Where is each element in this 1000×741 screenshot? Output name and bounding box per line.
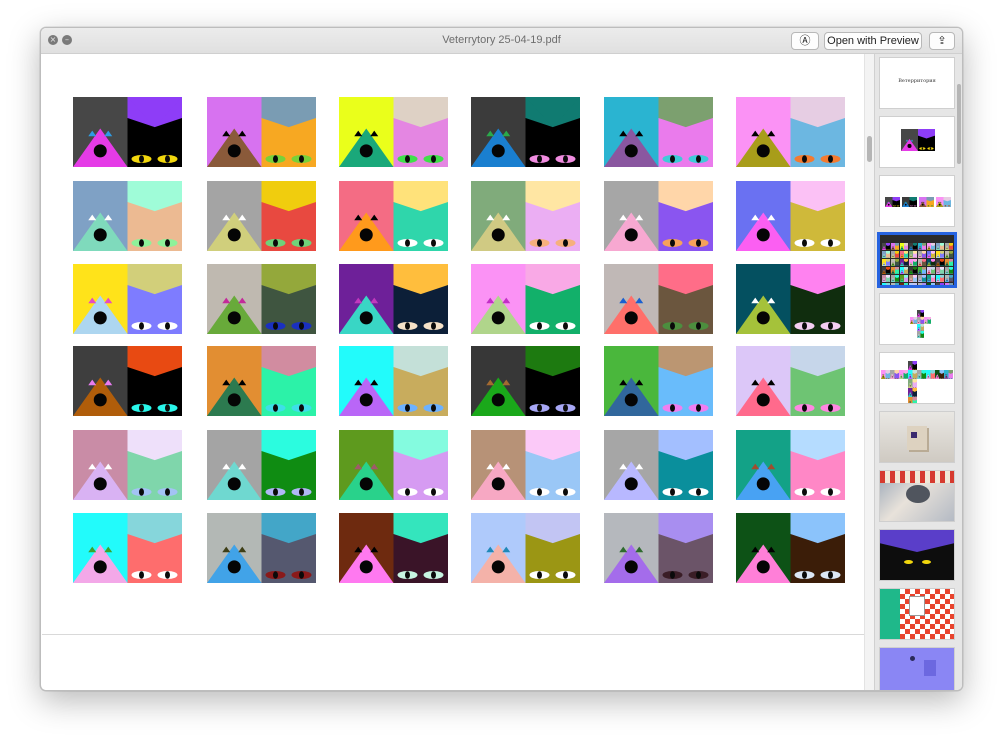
pattern-tile <box>736 430 845 500</box>
pattern-tile <box>339 513 448 583</box>
pattern-tile <box>339 97 448 167</box>
pattern-tile <box>207 264 316 334</box>
cover-title: Ветерритория <box>898 78 936 84</box>
open-with-preview-button[interactable]: Open with Preview <box>824 32 922 50</box>
page-thumbnail[interactable] <box>880 117 954 167</box>
document-view[interactable] <box>42 54 864 690</box>
pattern-tile <box>73 97 182 167</box>
pattern-tile <box>207 181 316 251</box>
pattern-tile <box>73 513 182 583</box>
page-thumbnail[interactable] <box>880 353 954 403</box>
pattern-tile <box>471 264 580 334</box>
sidebar-scroll-thumb[interactable] <box>957 84 961 164</box>
pattern-tile <box>73 264 182 334</box>
page-thumbnail[interactable]: Ветерритория <box>880 58 954 108</box>
page-thumbnail[interactable] <box>880 294 954 344</box>
pattern-tile <box>207 97 316 167</box>
page-thumbnail[interactable] <box>880 530 954 580</box>
title-bar: × – Veterrytory 25-04-19.pdf Ⓐ Open with… <box>41 28 962 54</box>
pattern-tile <box>73 346 182 416</box>
pattern-tile <box>471 181 580 251</box>
markup-button[interactable]: Ⓐ <box>791 32 819 50</box>
pattern-tile <box>471 346 580 416</box>
pattern-tile <box>736 181 845 251</box>
page-thumbnail[interactable] <box>880 648 954 690</box>
pattern-tile <box>736 346 845 416</box>
document-scrollbar[interactable] <box>864 54 874 690</box>
pattern-tile <box>736 97 845 167</box>
pattern-tile <box>604 513 713 583</box>
page-thumbnail[interactable] <box>880 176 954 226</box>
pattern-tile <box>604 97 713 167</box>
pattern-tile <box>207 430 316 500</box>
pattern-tile <box>604 264 713 334</box>
page-thumbnail[interactable] <box>880 471 954 521</box>
markup-icon: Ⓐ <box>799 35 811 47</box>
share-icon: ⇪ <box>937 35 947 47</box>
pattern-tile <box>207 346 316 416</box>
page-separator <box>42 634 864 635</box>
thumbnail-sidebar: Ветерритория <box>874 54 962 690</box>
page-thumbnail[interactable] <box>880 589 954 639</box>
pattern-tile <box>73 430 182 500</box>
document-scroll-thumb[interactable] <box>867 136 872 162</box>
pattern-tile <box>471 430 580 500</box>
pattern-tile <box>604 181 713 251</box>
share-button[interactable]: ⇪ <box>929 32 955 50</box>
pattern-tile <box>604 430 713 500</box>
page-thumbnail[interactable] <box>880 235 954 285</box>
pattern-tile <box>604 346 713 416</box>
pattern-tile <box>736 513 845 583</box>
pattern-tile <box>736 264 845 334</box>
page-thumbnail[interactable] <box>880 412 954 462</box>
preview-window: × – Veterrytory 25-04-19.pdf Ⓐ Open with… <box>40 27 963 691</box>
pattern-tile <box>471 513 580 583</box>
pattern-tile <box>207 513 316 583</box>
pattern-tile <box>339 346 448 416</box>
pattern-tile <box>339 181 448 251</box>
pattern-tile <box>471 97 580 167</box>
pattern-tile <box>339 430 448 500</box>
pattern-tile <box>73 181 182 251</box>
pattern-tile <box>339 264 448 334</box>
